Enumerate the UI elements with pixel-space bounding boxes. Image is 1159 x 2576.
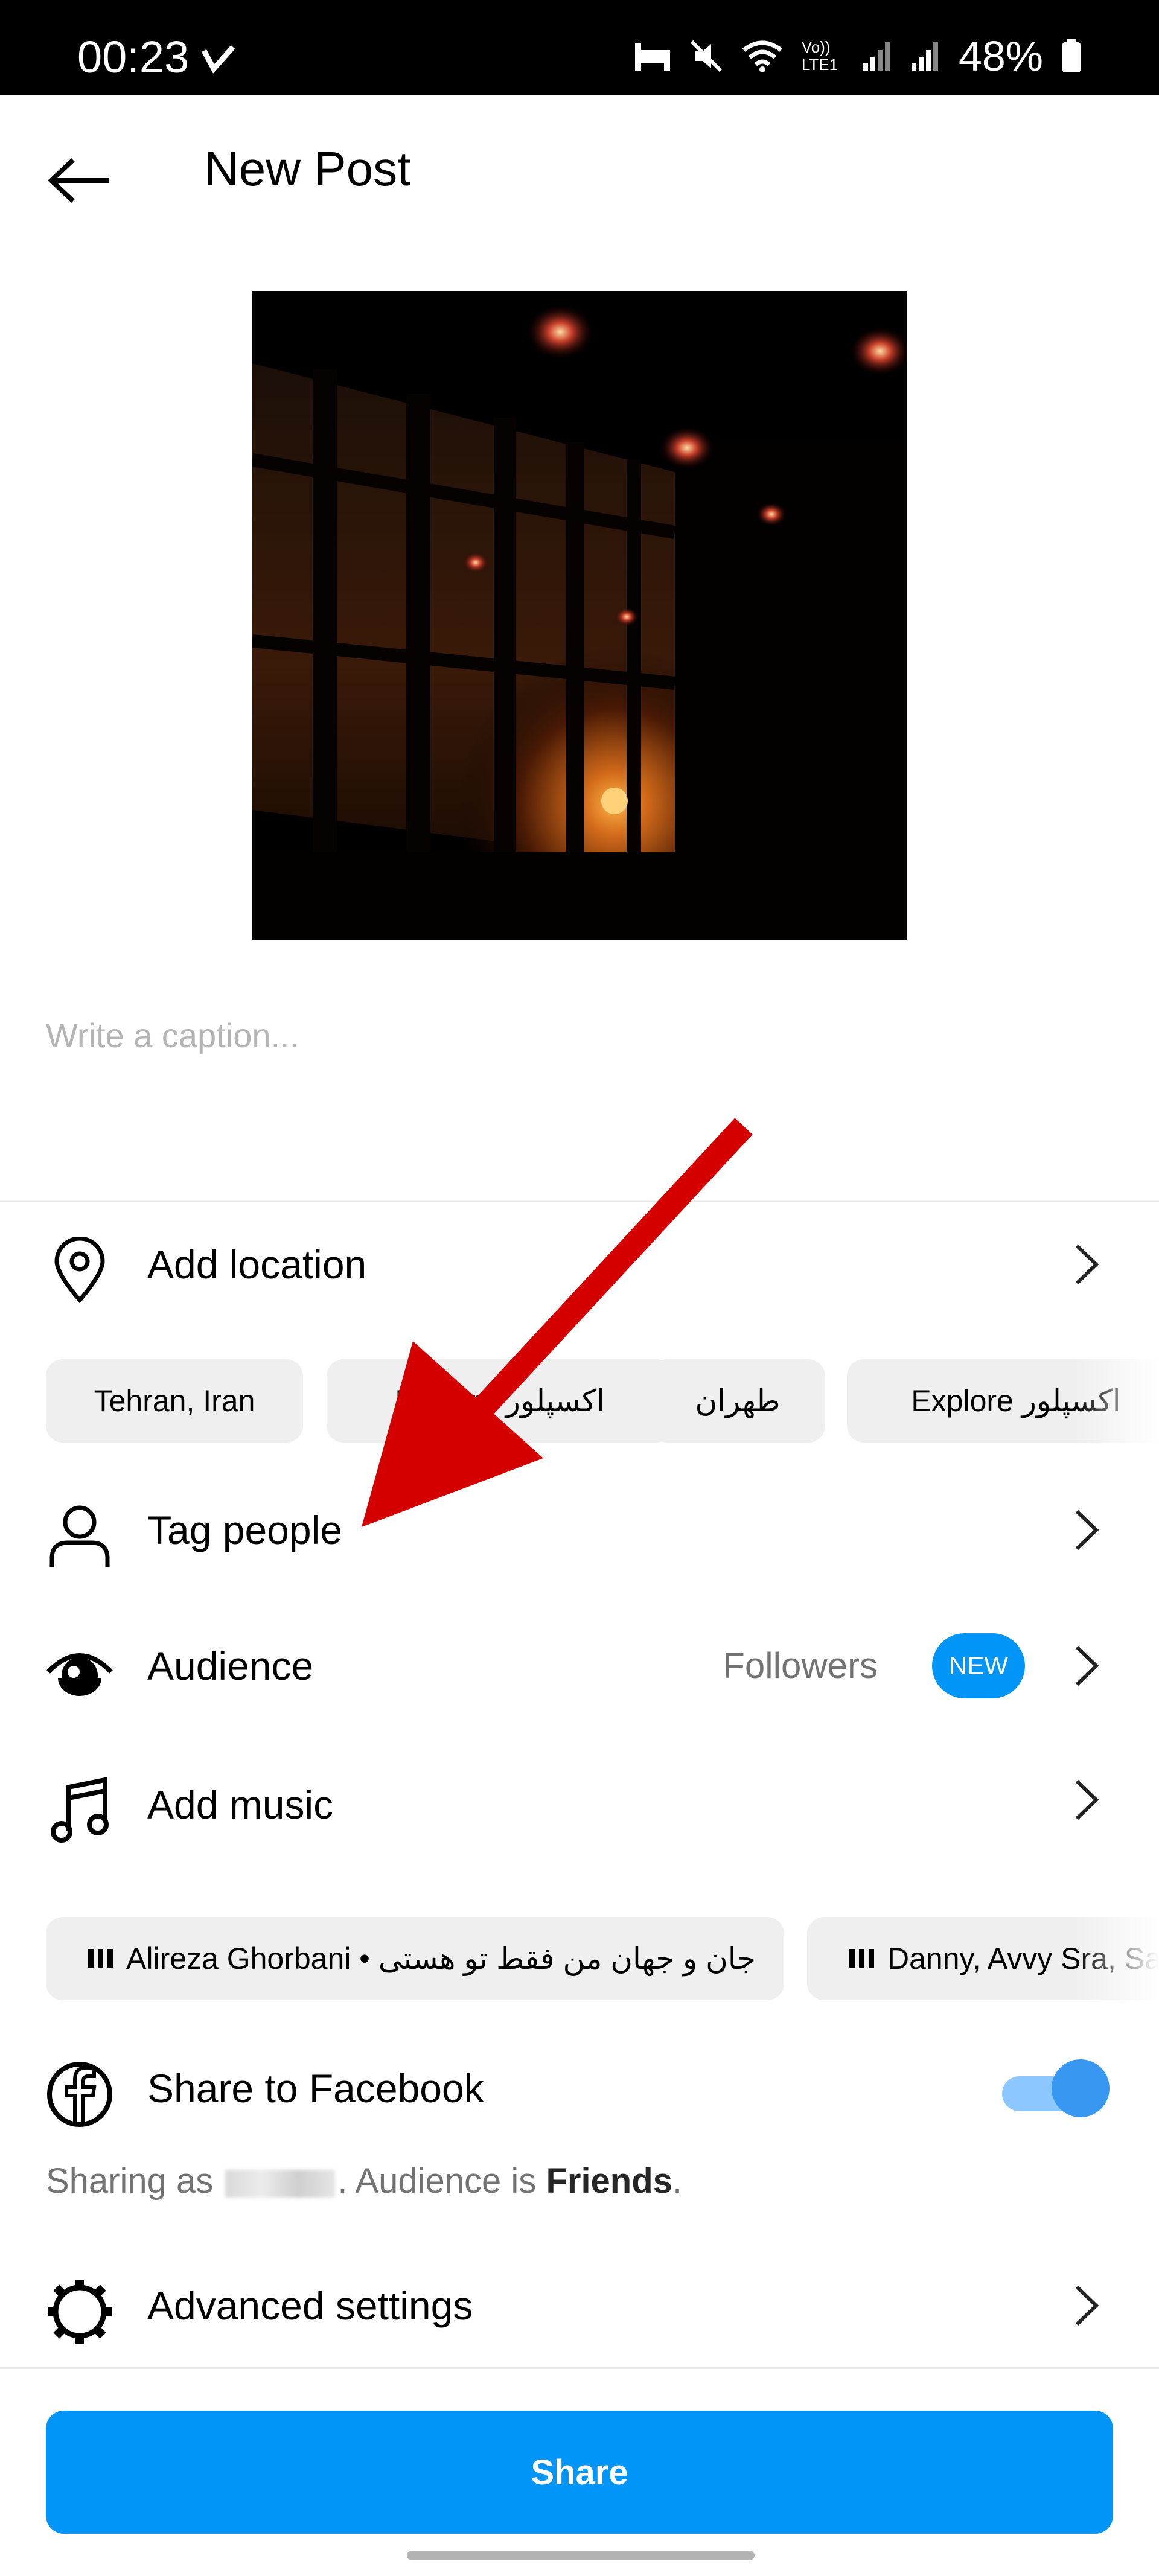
post-image	[252, 291, 907, 940]
divider	[0, 2367, 1159, 2369]
signal-icon	[911, 42, 938, 71]
chevron-right-icon	[1068, 1240, 1105, 1289]
battery-percent: 48%	[958, 33, 1043, 80]
person-icon	[42, 1499, 117, 1573]
battery-icon	[1062, 39, 1081, 72]
new-badge: NEW	[932, 1633, 1025, 1698]
status-time: 00:23	[77, 32, 190, 82]
share-button[interactable]: Share	[46, 2411, 1113, 2534]
status-bar: 00:23 Vo)) LTE1 48%	[0, 0, 1159, 95]
tag-people-label: Tag people	[147, 1508, 342, 1552]
header: New Post	[0, 95, 1159, 240]
audience-row[interactable]: Audience Followers NEW	[0, 1612, 1159, 1720]
share-to-facebook-row: Share to Facebook	[0, 2034, 1159, 2143]
caption-input[interactable]	[46, 1002, 1113, 1068]
arrow-left-icon	[48, 158, 109, 203]
divider	[0, 1200, 1159, 1202]
signal-icon	[863, 42, 890, 71]
audio-bars-icon	[849, 1949, 874, 1968]
add-location-row[interactable]: Add location	[0, 1210, 1159, 1319]
advanced-settings-label: Advanced settings	[147, 2283, 473, 2328]
fade-overlay	[1074, 1359, 1159, 1443]
location-chip[interactable]: Explore اکسپلور	[327, 1359, 673, 1443]
sharing-middle: . Audience is	[337, 2161, 537, 2201]
tag-people-row[interactable]: Tag people	[0, 1476, 1159, 1584]
add-music-label: Add music	[147, 1782, 334, 1827]
sharing-suffix: .	[672, 2161, 683, 2201]
chevron-right-icon	[1068, 1776, 1105, 1824]
fade-overlay	[1074, 1917, 1159, 2000]
share-to-facebook-label: Share to Facebook	[147, 2066, 484, 2111]
chevron-right-icon	[1068, 1642, 1105, 1690]
bed-icon	[634, 43, 670, 71]
sharing-info: Sharing as . Audience is Friends.	[46, 2164, 682, 2199]
home-indicator[interactable]	[407, 2551, 755, 2560]
music-suggestions: Alireza Ghorbani • جان و جهان من فقط تو …	[46, 1917, 1159, 2000]
wifi-icon	[742, 40, 783, 72]
gear-icon	[42, 2274, 117, 2349]
music-chip-label: Alireza Ghorbani • جان و جهان من فقط تو …	[126, 1942, 756, 1975]
facebook-toggle[interactable]	[1002, 2058, 1110, 2119]
sharing-audience: Friends	[546, 2161, 672, 2201]
add-location-label: Add location	[147, 1242, 367, 1287]
photo-content	[252, 291, 907, 940]
status-icons: Vo)) LTE1 48%	[634, 35, 1082, 77]
facebook-icon	[42, 2057, 117, 2132]
add-music-row[interactable]: Add music	[0, 1750, 1159, 1859]
location-suggestions: Tehran, Iran Explore اکسپلور طهران Explo…	[46, 1359, 1159, 1443]
chevron-right-icon	[1068, 2281, 1105, 2330]
back-button[interactable]	[42, 143, 117, 218]
chevron-right-icon	[1068, 1506, 1105, 1554]
audience-label: Audience	[147, 1643, 314, 1688]
location-chip[interactable]: Tehran, Iran	[46, 1359, 303, 1443]
music-note-icon	[42, 1773, 117, 1848]
check-mark-icon	[202, 45, 235, 74]
toggle-thumb	[1052, 2059, 1110, 2117]
audience-value: Followers	[723, 1645, 878, 1686]
eye-icon	[42, 1634, 117, 1709]
page-title: New Post	[204, 142, 411, 196]
advanced-settings-row[interactable]: Advanced settings	[0, 2251, 1159, 2360]
network-label: Vo)) LTE1	[801, 38, 838, 74]
sharing-prefix: Sharing as	[46, 2161, 214, 2201]
redacted-name	[225, 2169, 336, 2198]
location-chip[interactable]: طهران	[650, 1359, 825, 1443]
mute-icon	[690, 40, 723, 72]
music-chip[interactable]: Alireza Ghorbani • جان و جهان من فقط تو …	[46, 1917, 784, 2000]
audio-bars-icon	[88, 1949, 113, 1968]
location-pin-icon	[42, 1233, 117, 1308]
